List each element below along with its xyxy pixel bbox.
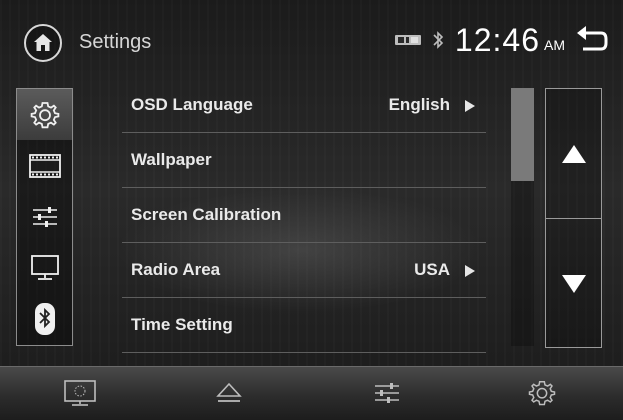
settings-button[interactable]	[522, 377, 562, 409]
home-button[interactable]	[24, 24, 62, 62]
chevron-right-icon	[465, 265, 475, 277]
settings-row-wallpaper[interactable]: Wallpaper	[122, 133, 486, 188]
triangle-down-icon	[561, 274, 586, 293]
scrollbar-track[interactable]	[511, 88, 534, 346]
bluetooth-status-icon	[433, 31, 444, 49]
status-bar: 12:46 AM	[394, 18, 609, 62]
scroll-down-button[interactable]	[546, 219, 601, 348]
audio-settings-button[interactable]	[367, 377, 407, 409]
gear-icon	[528, 381, 556, 406]
monitor-icon	[30, 254, 59, 280]
tab-settings[interactable]	[17, 89, 72, 140]
tab-video[interactable]	[17, 140, 72, 191]
settings-row-screen-calibration[interactable]: Screen Calibration	[122, 188, 486, 243]
equalizer-icon	[32, 206, 57, 227]
bottom-bar	[0, 366, 623, 420]
row-value: USA	[414, 260, 450, 279]
screen-off-icon	[64, 380, 96, 406]
scroll-up-button[interactable]	[546, 89, 601, 219]
equalizer-icon	[375, 383, 399, 403]
scrollbar-thumb[interactable]	[511, 88, 534, 181]
settings-screen: Settings 12:46 AM OSD Language English W…	[0, 0, 623, 420]
eject-icon	[216, 382, 242, 402]
film-icon	[28, 153, 61, 178]
triangle-up-icon	[561, 144, 586, 163]
settings-row-osd-language[interactable]: OSD Language English	[122, 78, 486, 133]
tab-display[interactable]	[17, 242, 72, 293]
scroll-buttons	[545, 88, 602, 348]
clock-time: 12:46	[454, 21, 540, 58]
row-label: Radio Area	[131, 260, 221, 279]
row-label: OSD Language	[131, 95, 253, 114]
clock-ampm: AM	[544, 37, 565, 53]
eject-button[interactable]	[209, 377, 249, 409]
header: Settings 12:46 AM	[0, 0, 623, 80]
row-label: Screen Calibration	[131, 205, 282, 224]
back-arrow-icon	[577, 26, 608, 51]
media-device-icon	[394, 35, 421, 45]
screen-off-button[interactable]	[60, 377, 100, 409]
settings-row-time-setting[interactable]: Time Setting	[122, 298, 486, 353]
bluetooth-icon	[34, 302, 55, 335]
row-label: Wallpaper	[131, 150, 212, 169]
row-value: English	[388, 95, 450, 114]
page-title: Settings	[79, 31, 152, 53]
category-tab-strip	[16, 88, 73, 346]
chevron-right-icon	[465, 100, 475, 112]
home-icon	[34, 34, 52, 51]
row-label: Time Setting	[131, 315, 233, 334]
tab-audio[interactable]	[17, 191, 72, 242]
settings-row-radio-area[interactable]: Radio Area USA	[122, 243, 486, 298]
gear-icon	[30, 101, 59, 128]
settings-list: OSD Language English Wallpaper Screen Ca…	[122, 78, 486, 353]
back-button[interactable]	[575, 25, 609, 55]
tab-bluetooth[interactable]	[17, 293, 72, 344]
